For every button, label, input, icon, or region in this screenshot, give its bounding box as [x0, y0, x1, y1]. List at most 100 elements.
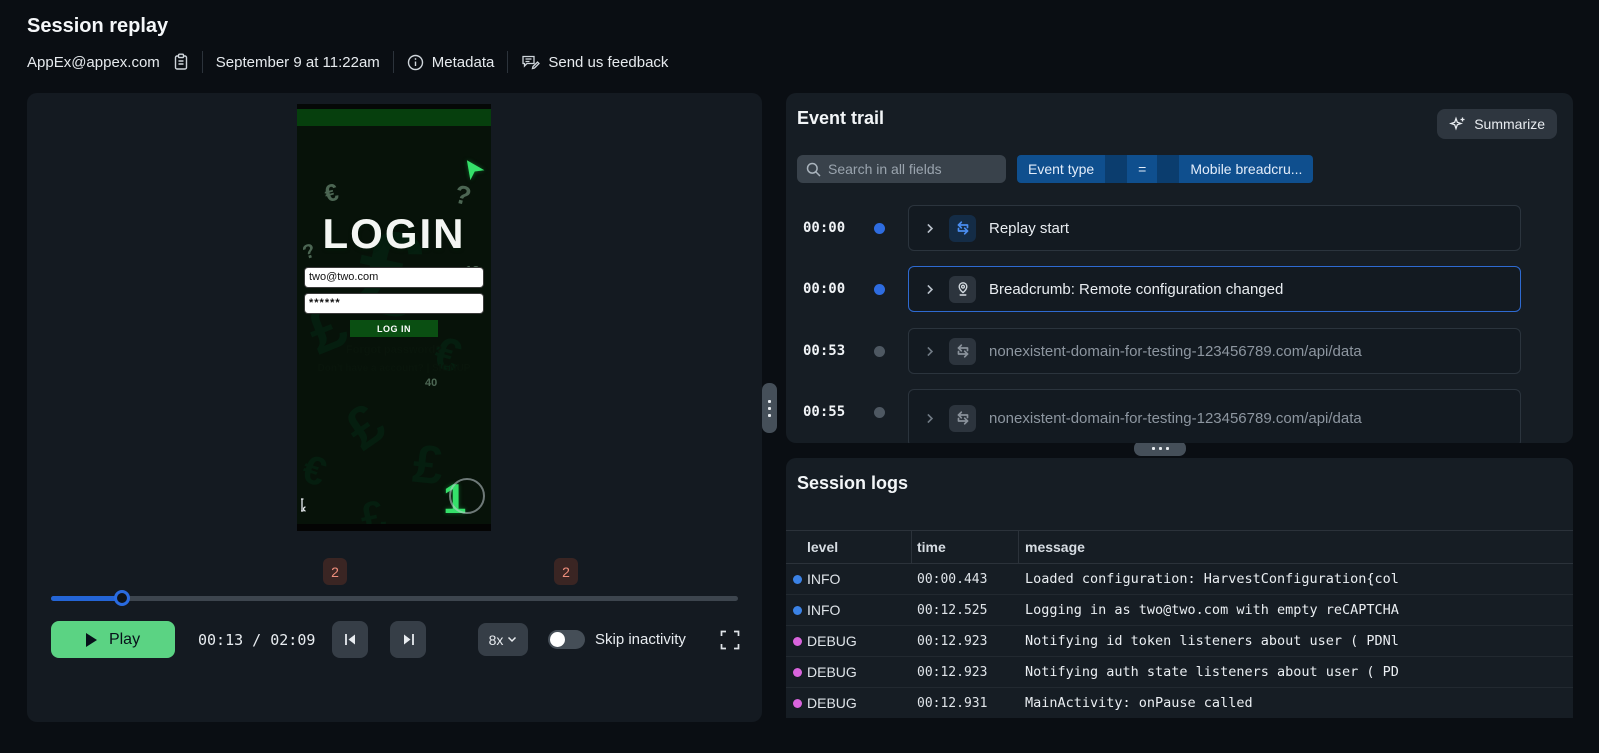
phone-status-bar — [297, 109, 491, 126]
timeline-thumb[interactable] — [113, 590, 130, 606]
network-swap-icon — [949, 404, 976, 432]
chevron-down-icon — [508, 636, 517, 643]
search-icon — [806, 162, 821, 177]
event-label: nonexistent-domain-for-testing-123456789… — [989, 409, 1362, 427]
sparkle-icon — [1449, 116, 1465, 130]
play-button[interactable]: Play — [51, 621, 175, 658]
email-field[interactable]: two@two.com — [304, 267, 484, 288]
user-email: AppEx@appex.com — [27, 53, 160, 71]
feedback-label: Send us feedback — [548, 53, 669, 71]
event-trail-title: Event trail — [797, 108, 885, 128]
login-button[interactable]: LOG IN — [350, 320, 438, 337]
log-row[interactable]: INFO 00:12.525 Logging in as two@two.com… — [786, 595, 1573, 626]
summarize-label: Summarize — [1474, 116, 1545, 132]
skip-inactivity-toggle[interactable] — [548, 630, 585, 649]
session-logs-title: Session logs — [797, 473, 909, 493]
summarize-button[interactable]: Summarize — [1437, 109, 1557, 139]
chevron-right-icon[interactable] — [923, 283, 936, 296]
forgot-password-link[interactable]: Forgot password? — [297, 344, 491, 356]
event-type-filter-chip[interactable]: Event type = Mobile breadcru... — [1017, 155, 1314, 183]
log-row[interactable]: DEBUG 00:12.923 Notifying auth state lis… — [786, 657, 1573, 688]
fullscreen-button[interactable] — [718, 628, 742, 652]
chevron-right-icon[interactable] — [923, 412, 936, 425]
session-logs-panel: Session logs level time message INFO 00:… — [786, 458, 1573, 718]
log-time: 00:12.923 — [917, 633, 988, 649]
skip-forward-button[interactable] — [390, 621, 426, 658]
log-row[interactable]: DEBUG 00:12.931 MainActivity: onPause ca… — [786, 688, 1573, 718]
signup-link[interactable]: Don't have a account? | SIGNUP — [297, 363, 491, 374]
fullscreen-icon — [720, 630, 740, 650]
event-time: 00:53 — [803, 343, 846, 359]
event-label: Breadcrumb: Remote configuration changed — [989, 280, 1284, 298]
replay-date: September 9 at 11:22am — [215, 53, 380, 71]
event-card-breadcrumb[interactable]: Breadcrumb: Remote configuration changed — [908, 266, 1521, 312]
column-header-message[interactable]: message — [1019, 531, 1573, 563]
log-time: 00:00.443 — [917, 571, 988, 587]
event-time: 00:55 — [803, 404, 846, 420]
event-card-network-request[interactable]: nonexistent-domain-for-testing-123456789… — [908, 328, 1521, 374]
log-level-dot — [793, 637, 802, 646]
network-swap-icon — [949, 337, 976, 365]
chevron-right-icon[interactable] — [923, 345, 936, 358]
log-level-dot — [793, 575, 802, 584]
log-row[interactable]: DEBUG 00:12.923 Notifying id token liste… — [786, 626, 1573, 657]
log-message: Loaded configuration: HarvestConfigurati… — [1025, 571, 1399, 587]
log-level-dot — [793, 668, 802, 677]
divider — [392, 51, 394, 73]
column-header-time[interactable]: time — [912, 531, 1019, 563]
log-level: DEBUG — [807, 633, 857, 649]
info-icon — [407, 54, 424, 71]
event-label: nonexistent-domain-for-testing-123456789… — [989, 342, 1362, 360]
log-message: MainActivity: onPause called — [1025, 695, 1253, 711]
breadcrumb-pin-icon — [949, 275, 976, 303]
event-time: 00:00 — [803, 220, 846, 236]
skip-back-button[interactable] — [332, 621, 368, 658]
log-level: DEBUG — [807, 695, 857, 711]
event-row: 00:00 Replay start — [786, 205, 1573, 251]
timeline-event-badge[interactable]: 2 — [554, 558, 578, 585]
event-label: Replay start — [989, 219, 1070, 237]
phone-screen: ₤£€£€££?12€?401➤ LOGIN two@two.com *****… — [297, 152, 491, 524]
event-card-network-request[interactable]: nonexistent-domain-for-testing-123456789… — [908, 389, 1521, 443]
log-message: Notifying auth state listeners about use… — [1025, 664, 1399, 680]
event-row: 00:55 nonexistent-domain-for-testing-123… — [786, 389, 1573, 443]
time-display: 00:13 / 02:09 — [198, 630, 316, 649]
toggle-knob — [550, 632, 565, 647]
password-field[interactable]: ****** — [304, 293, 484, 314]
play-icon — [85, 632, 97, 647]
timeline-scrubber[interactable] — [51, 590, 738, 606]
log-message: Logging in as two@two.com with empty reC… — [1025, 602, 1399, 618]
replay-video-viewport[interactable]: ₤£€£€££?12€?401➤ LOGIN two@two.com *****… — [297, 104, 491, 531]
event-row: 00:00 Breadcrumb: Remote configuration c… — [786, 266, 1573, 312]
panel-resize-handle-vertical[interactable] — [762, 383, 777, 433]
player-controls: Play 00:13 / 02:09 8x Skip inactivity — [27, 621, 762, 658]
log-message: Notifying id token listeners about user … — [1025, 633, 1399, 649]
phone-bottom-bar — [297, 524, 491, 531]
playback-speed-button[interactable]: 8x — [478, 623, 528, 656]
cursor-icon — [300, 498, 309, 512]
log-row[interactable]: INFO 00:00.443 Loaded configuration: Har… — [786, 564, 1573, 595]
column-header-level[interactable]: level — [786, 531, 912, 563]
skip-inactivity-label: Skip inactivity — [595, 631, 686, 648]
subheader: AppEx@appex.com September 9 at 11:22am M… — [27, 49, 668, 75]
event-dot — [874, 407, 885, 418]
filter-operator: = — [1138, 161, 1147, 177]
page-title: Session replay — [27, 15, 169, 37]
timeline-event-badge[interactable]: 2 — [323, 558, 347, 585]
log-level-dot — [793, 606, 802, 615]
event-dot — [874, 223, 885, 234]
copy-clipboard-icon[interactable] — [173, 53, 189, 71]
log-level: INFO — [807, 571, 841, 587]
metadata-button[interactable]: Metadata — [407, 54, 494, 71]
timeline-progress — [51, 596, 122, 601]
log-level: DEBUG — [807, 664, 857, 680]
replay-player-panel: ₤£€£€££?12€?401➤ LOGIN two@two.com *****… — [27, 93, 762, 722]
panel-resize-handle-horizontal[interactable] — [1134, 441, 1186, 456]
search-input[interactable]: Search in all fields — [797, 155, 1006, 183]
log-time: 00:12.923 — [917, 664, 988, 680]
event-card-replay-start[interactable]: Replay start — [908, 205, 1521, 251]
chevron-right-icon[interactable] — [923, 222, 936, 235]
speed-value: 8x — [488, 631, 504, 648]
feedback-button[interactable]: Send us feedback — [521, 53, 668, 71]
log-time: 00:12.525 — [917, 602, 988, 618]
